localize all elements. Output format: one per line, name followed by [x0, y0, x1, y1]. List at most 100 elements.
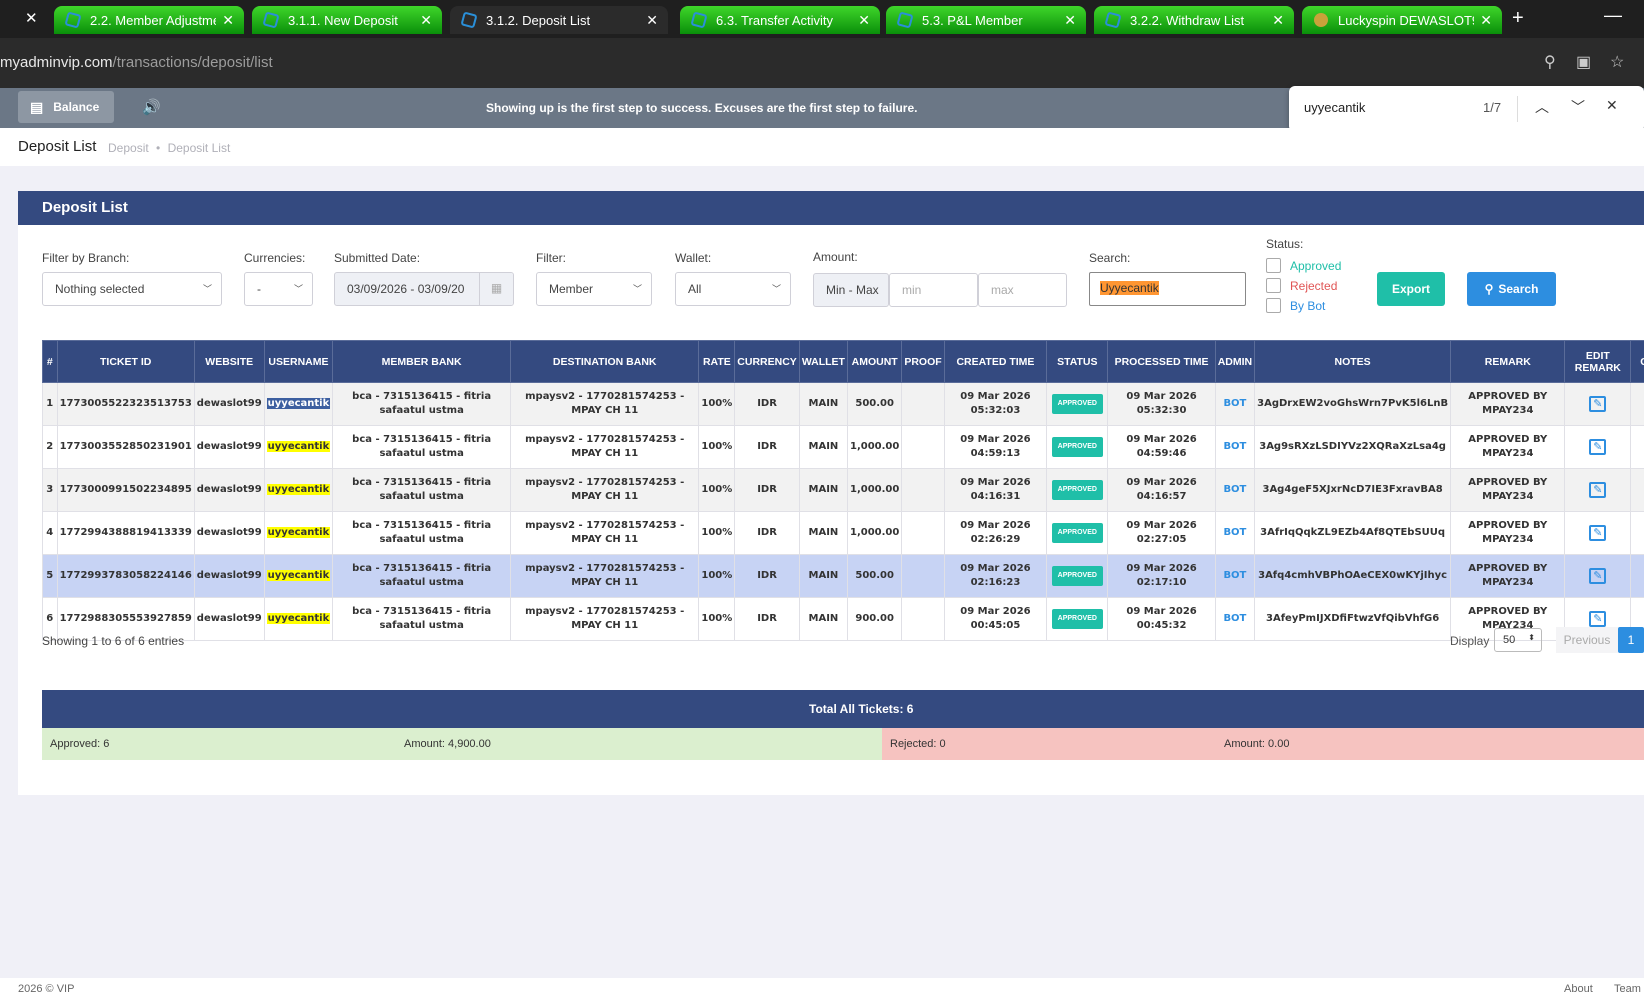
- wallet-select[interactable]: All ﹀: [675, 272, 791, 306]
- cell-notes: 3AfrIqQqkZL9EZb4Af8QTEbSUUq: [1254, 511, 1452, 555]
- browser-tab-luckyspin[interactable]: Luckyspin DEWASLOT99 ✕: [1302, 6, 1502, 34]
- branch-select[interactable]: Nothing selected ﹀: [42, 272, 222, 306]
- balance-button[interactable]: ▤ Balance: [18, 91, 114, 123]
- table-row[interactable]: 3 1773000991502234895 dewaslot99 uyyecantik…: [42, 468, 1644, 512]
- amount-min-input[interactable]: min: [889, 273, 978, 307]
- tab-close-icon[interactable]: ✕: [646, 12, 658, 29]
- table-row[interactable]: 5 1772993783058224146 dewaslot99 uyyecantik…: [42, 554, 1644, 598]
- status-approved-checkbox[interactable]: [1266, 258, 1281, 273]
- footer-team-link[interactable]: Team: [1614, 983, 1641, 995]
- col-header-status[interactable]: STATUS: [1046, 340, 1109, 383]
- copyright-text: 2026 © VIP: [18, 983, 75, 995]
- table-row[interactable]: 6 1772988305553927859 dewaslot99 uyyecantik…: [42, 597, 1644, 641]
- breadcrumb-deposit[interactable]: Deposit: [108, 141, 149, 155]
- filter-select[interactable]: Member ﹀: [536, 272, 652, 306]
- col-header-ticket-id[interactable]: TICKET ID: [56, 340, 195, 383]
- cell-number: 2: [42, 425, 58, 469]
- admin-link[interactable]: BOT: [1223, 398, 1246, 409]
- admin-link[interactable]: BOT: [1223, 484, 1246, 495]
- search-button[interactable]: ⚲ Search: [1467, 272, 1556, 306]
- col-header-amount[interactable]: AMOUNT: [846, 340, 903, 383]
- bookmark-star-icon[interactable]: ☆: [1610, 52, 1624, 72]
- cell-processed-time: 09 Mar 2026 02:27:05: [1107, 511, 1216, 555]
- tab-close-icon[interactable]: ✕: [1480, 12, 1492, 29]
- admin-link[interactable]: BOT: [1223, 441, 1246, 452]
- col-header-notes[interactable]: NOTES: [1254, 340, 1452, 383]
- edit-icon[interactable]: ✎: [1589, 482, 1607, 498]
- browser-tab-deposit-list[interactable]: 3.1.2. Deposit List ✕: [450, 6, 668, 34]
- tab-close-icon[interactable]: ✕: [858, 12, 870, 29]
- edit-icon[interactable]: ✎: [1589, 396, 1607, 412]
- find-close-icon[interactable]: ✕: [1606, 97, 1618, 114]
- table-row[interactable]: 4 1772994388819413339 dewaslot99 uyyecantik…: [42, 511, 1644, 555]
- tab-label: Luckyspin DEWASLOT99: [1338, 12, 1475, 28]
- tab-close-icon[interactable]: ✕: [1064, 12, 1076, 29]
- minimize-icon[interactable]: —: [1604, 5, 1622, 26]
- find-query-input[interactable]: uyyecantik: [1304, 100, 1365, 115]
- browser-tab-withdraw-list[interactable]: 3.2.2. Withdraw List ✕: [1094, 6, 1294, 34]
- speaker-icon[interactable]: 🔊: [142, 98, 161, 116]
- zoom-icon[interactable]: ⚲: [1544, 52, 1556, 72]
- table-row[interactable]: 2 1773003552850231901 dewaslot99 uyyecantik…: [42, 425, 1644, 469]
- amount-max-placeholder: max: [991, 283, 1014, 297]
- amount-max-input[interactable]: max: [978, 273, 1067, 307]
- username-highlight: uyyecantik: [266, 484, 331, 495]
- tab-close-icon[interactable]: ✕: [420, 12, 432, 29]
- processed-date: 09 Mar 2026: [1126, 606, 1197, 617]
- col-header-proof[interactable]: PROOF: [901, 340, 945, 383]
- status-rejected-checkbox[interactable]: [1266, 278, 1281, 293]
- new-tab-icon[interactable]: +: [1512, 7, 1524, 30]
- col-header-admin[interactable]: ADMIN: [1214, 340, 1256, 383]
- cell-edit-remark: ✎: [1564, 425, 1632, 469]
- currencies-select[interactable]: - ﹀: [244, 272, 313, 306]
- close-icon[interactable]: ✕: [25, 9, 38, 27]
- find-previous-icon[interactable]: ︿: [1535, 97, 1549, 117]
- col-header-number[interactable]: #: [42, 340, 58, 383]
- status-bybot-checkbox[interactable]: [1266, 298, 1281, 313]
- col-header-website[interactable]: WEBSITE: [193, 340, 265, 383]
- footer-about-link[interactable]: About: [1564, 983, 1593, 995]
- cell-edit-remark: ✎: [1564, 468, 1632, 512]
- edit-icon[interactable]: ✎: [1589, 525, 1607, 541]
- col-header-remark[interactable]: REMARK: [1450, 340, 1566, 383]
- col-header-edit-remark[interactable]: EDIT REMARK: [1564, 340, 1632, 383]
- edit-icon[interactable]: ✎: [1589, 439, 1607, 455]
- tab-close-icon[interactable]: ✕: [1272, 12, 1284, 29]
- cell-website: dewaslot99: [193, 468, 265, 512]
- col-header-member-bank[interactable]: MEMBER BANK: [332, 340, 512, 383]
- date-range-input[interactable]: 03/09/2026 - 03/09/20 ▦: [334, 272, 514, 306]
- search-input-value: Uyyecantik: [1100, 281, 1159, 295]
- cell-admin: BOT: [1214, 468, 1256, 512]
- previous-page-button[interactable]: Previous: [1556, 627, 1618, 653]
- calendar-icon[interactable]: ▦: [479, 273, 513, 305]
- col-header-processed-time[interactable]: PROCESSED TIME: [1107, 340, 1216, 383]
- admin-link[interactable]: BOT: [1223, 613, 1246, 624]
- browser-tab-pl-member[interactable]: 5.3. P&L Member ✕: [886, 6, 1086, 34]
- browser-tab-new-deposit[interactable]: 3.1.1. New Deposit ✕: [252, 6, 442, 34]
- col-header-currency[interactable]: CURRENCY: [734, 340, 800, 383]
- col-header-wallet[interactable]: WALLET: [798, 340, 848, 383]
- edit-icon[interactable]: ✎: [1589, 568, 1607, 584]
- browser-tab-transfer-activity[interactable]: 6.3. Transfer Activity ✕: [680, 6, 880, 34]
- username-highlight: uyyecantik: [266, 398, 331, 409]
- url-field[interactable]: myadminvip.com/transactions/deposit/list: [0, 54, 273, 71]
- edit-icon[interactable]: ✎: [1589, 611, 1607, 627]
- page-size-select[interactable]: 50 ⬍: [1494, 628, 1542, 652]
- col-header-rate[interactable]: RATE: [698, 340, 736, 383]
- col-header-username[interactable]: USERNAME: [263, 340, 334, 383]
- tab-close-icon[interactable]: ✕: [222, 12, 234, 29]
- browser-tab-member-adjustment[interactable]: 2.2. Member Adjustment ✕: [54, 6, 244, 34]
- admin-link[interactable]: BOT: [1223, 527, 1246, 538]
- admin-link[interactable]: BOT: [1223, 570, 1246, 581]
- search-input[interactable]: Uyyecantik: [1089, 272, 1246, 306]
- export-button[interactable]: Export: [1377, 272, 1445, 306]
- table-row[interactable]: 1 1773005522323513753 dewaslot99 uyyecantik…: [42, 382, 1644, 426]
- page-1-button[interactable]: 1: [1618, 627, 1644, 653]
- cell-amount: 1,000.00: [846, 425, 903, 469]
- find-next-icon[interactable]: ﹀: [1571, 97, 1585, 117]
- col-header-destination-bank[interactable]: DESTINATION BANK: [510, 340, 700, 383]
- find-in-page-icon[interactable]: ▣: [1576, 52, 1591, 72]
- col-header-created-time[interactable]: CREATED TIME: [943, 340, 1048, 383]
- cell-destination-bank: mpaysv2 - 1770281574253 - MPAY CH 11: [510, 511, 700, 555]
- col-header-c[interactable]: C: [1630, 340, 1644, 383]
